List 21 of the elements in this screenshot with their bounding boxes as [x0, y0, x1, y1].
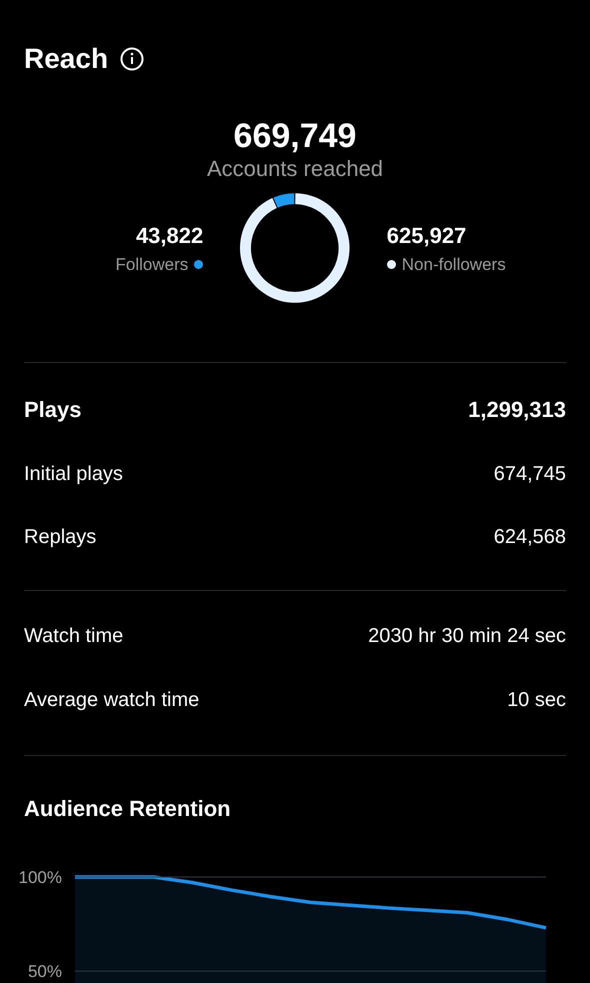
- stat-label: Initial plays: [24, 462, 123, 487]
- non-followers-label: Non-followers: [402, 254, 506, 276]
- y-tick-label: 100%: [18, 868, 62, 887]
- stat-value: 10 sec: [507, 688, 566, 713]
- accounts-reached-value: 669,749: [234, 116, 356, 156]
- stat-value: 624,568: [494, 525, 566, 550]
- chart-title: Audience Retention: [24, 795, 232, 823]
- followers-label: Followers: [115, 254, 188, 276]
- stat-label: Average watch time: [24, 688, 200, 713]
- stat-label: Watch time: [24, 624, 124, 649]
- y-tick-label: 50%: [28, 962, 62, 982]
- section-title: Reach: [24, 42, 108, 76]
- accounts-reached-label: Accounts reached: [206, 156, 384, 182]
- info-icon[interactable]: [120, 47, 144, 71]
- stat-value: 2030 hr 30 min 24 sec: [368, 624, 566, 649]
- stat-value: 674,745: [494, 462, 566, 487]
- stat-label: Replays: [24, 525, 96, 550]
- non-followers-value: 625,927: [386, 222, 466, 250]
- plays-label: Plays: [24, 396, 82, 424]
- plays-value: 1,299,313: [468, 396, 566, 424]
- followers-value: 43,822: [136, 222, 204, 250]
